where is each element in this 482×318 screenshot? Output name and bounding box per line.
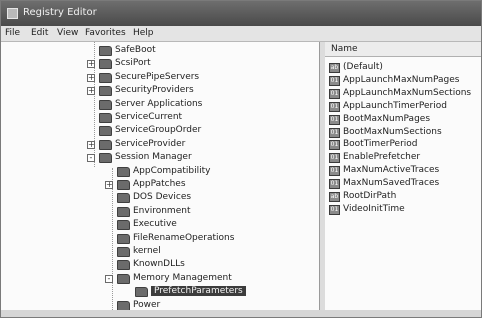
folder-icon (117, 260, 130, 271)
status-bar (1, 310, 481, 317)
window-title: Registry Editor (23, 7, 97, 18)
tree-node-label: kernel (133, 246, 161, 256)
tree-node-label: Memory Management (133, 272, 232, 283)
expand-icon[interactable]: + (87, 60, 95, 69)
folder-icon (99, 72, 112, 83)
value-name: BootTimerPeriod (343, 139, 418, 150)
dword-value-icon: 01 (329, 127, 340, 138)
tree-node-label: SecurityProviders (115, 85, 194, 96)
dword-value-icon: 01 (329, 75, 340, 86)
dword-value-icon: 01 (329, 153, 340, 164)
value-name: AppLaunchMaxNumSections (343, 87, 472, 98)
tree-node-label: Executive (133, 219, 177, 230)
folder-icon (117, 273, 130, 284)
collapse-icon[interactable]: - (87, 154, 95, 163)
value-name: BootMaxNumPages (343, 113, 431, 124)
value-name: AppLaunchMaxNumPages (343, 74, 460, 85)
folder-icon (117, 180, 130, 190)
menu-file[interactable]: File (5, 28, 20, 38)
tree-node-label: Server Applications (115, 98, 203, 109)
name-column-header[interactable]: Name (325, 42, 481, 57)
expand-icon[interactable]: + (87, 87, 95, 96)
folder-icon (135, 287, 148, 298)
value-name: EnablePrefetcher (343, 152, 421, 163)
expand-icon[interactable]: + (87, 73, 95, 82)
dword-value-icon: 01 (329, 88, 340, 99)
string-value-icon: ab (329, 192, 340, 202)
tree-node-label: AppPatches (133, 179, 186, 189)
folder-icon (117, 193, 130, 204)
name-column-label: Name (331, 44, 358, 54)
tree-node-label: FileRenameOperations (133, 232, 235, 243)
folder-icon (99, 153, 112, 164)
string-value-icon: ab (329, 63, 340, 73)
tree-node-label: ServiceCurrent (115, 112, 183, 122)
folder-icon (99, 46, 112, 56)
folder-icon (99, 86, 112, 97)
tree-guide-line (112, 168, 113, 317)
tree-node-label: Power (133, 299, 161, 310)
tree-node-label: ServiceProvider (115, 138, 186, 149)
folder-icon (117, 247, 130, 257)
dword-value-icon: 01 (329, 114, 340, 125)
folder-icon (117, 206, 130, 217)
tree-node-label: Session Manager (115, 152, 192, 163)
folder-icon (117, 166, 130, 177)
dword-value-icon: 01 (329, 101, 340, 112)
value-name: AppLaunchTimerPeriod (343, 100, 447, 111)
tree-node-label: SecurePipeServers (115, 71, 200, 82)
folder-icon (117, 233, 130, 244)
tree-node-label: DOS Devices (133, 192, 192, 203)
value-name: VideoInitTime (343, 203, 405, 214)
collapse-icon[interactable]: - (105, 274, 113, 283)
menu-help[interactable]: Help (133, 28, 154, 38)
folder-icon (99, 99, 112, 110)
value-name: RootDirPath (343, 191, 397, 201)
tree-node-label: ScsiPort (115, 58, 151, 69)
registry-editor-window: Registry Editor File Edit View Favorites… (0, 0, 482, 318)
menu-favorites[interactable]: Favorites (85, 28, 126, 38)
menu-view[interactable]: View (57, 28, 78, 38)
folder-icon (99, 139, 112, 150)
value-name: (Default) (343, 62, 383, 72)
folder-icon (99, 59, 112, 70)
dword-value-icon: 01 (329, 179, 340, 190)
tree-node-label: PrefetchParameters (151, 286, 246, 297)
value-name: MaxNumActiveTraces (343, 165, 440, 176)
folder-icon (99, 126, 112, 137)
key-tree-pane[interactable]: SafeBoot + ScsiPort + SecurePipeServers + Secu… (1, 42, 320, 317)
tree-node-label: SafeBoot (115, 45, 156, 55)
registry-app-icon (7, 8, 18, 19)
expand-icon[interactable]: + (87, 140, 95, 149)
tree-node-label: AppCompatibility (133, 165, 211, 176)
tree-node-label: ServiceGroupOrder (115, 125, 202, 136)
folder-icon (99, 113, 112, 123)
expand-icon[interactable]: + (105, 181, 113, 189)
dword-value-icon: 01 (329, 166, 340, 177)
dword-value-icon: 01 (329, 204, 340, 215)
folder-icon (117, 220, 130, 231)
dword-value-icon: 01 (329, 140, 340, 151)
tree-node-label: KnownDLLs (133, 259, 185, 270)
tree-node-label: Environment (133, 205, 191, 216)
value-name: BootMaxNumSections (343, 126, 442, 137)
title-bar[interactable]: Registry Editor (1, 1, 481, 26)
menu-bar: File Edit View Favorites Help (1, 26, 481, 42)
value-name: MaxNumSavedTraces (343, 178, 440, 189)
values-pane[interactable]: Name ab (Default) 01 AppLaunchMaxNumPages 01… (325, 42, 481, 317)
menu-edit[interactable]: Edit (31, 28, 48, 38)
